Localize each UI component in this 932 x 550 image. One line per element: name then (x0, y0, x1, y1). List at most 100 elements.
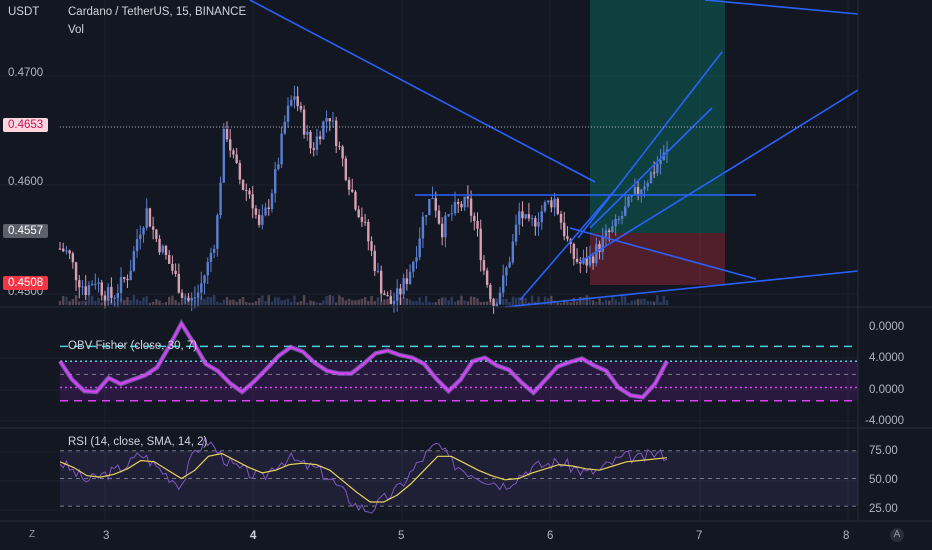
trend-lines[interactable] (249, 0, 859, 308)
candle-body (643, 186, 646, 190)
candle-body (550, 200, 553, 208)
volume-bar (132, 295, 136, 305)
candle-body (65, 250, 68, 252)
volume-bar (482, 301, 486, 305)
volume-bar (636, 299, 640, 305)
volume-bar (264, 301, 267, 305)
volume-bar (383, 299, 386, 305)
candle-body (84, 286, 87, 295)
target-zone[interactable] (590, 0, 725, 233)
volume-bar (290, 301, 293, 305)
candle-body (489, 284, 492, 299)
candle-body (617, 218, 621, 220)
volume-bar (453, 301, 457, 305)
volume-bar (508, 302, 511, 305)
obv-fisher-pane[interactable] (58, 319, 858, 402)
candle-body (502, 275, 505, 293)
candle-body (527, 214, 531, 219)
volume-bar (261, 295, 264, 305)
candle-body (219, 182, 222, 216)
candle-body (607, 230, 611, 232)
candle-body (347, 179, 351, 190)
stop-zone[interactable] (590, 233, 725, 285)
volume-bar (206, 296, 209, 305)
candle-body (418, 238, 421, 258)
volume-bar (662, 295, 665, 305)
volume-bar (145, 296, 148, 305)
symbol-title[interactable]: Cardano / TetherUS, 15, BINANCE (68, 6, 246, 18)
candle-body (113, 297, 116, 299)
volume-bar (142, 297, 145, 305)
volume-bar (293, 295, 296, 305)
candle-body (68, 250, 71, 254)
candle-body (257, 214, 261, 225)
volume-bar (447, 300, 450, 305)
volume-bar (611, 296, 614, 305)
volume-bar (457, 300, 460, 305)
candle-body (534, 218, 537, 227)
candle-body (132, 251, 136, 271)
volume-bar (296, 302, 299, 305)
volume-bar (591, 300, 595, 305)
volume-bar (161, 302, 164, 305)
candle-body (315, 136, 319, 150)
volume-bar (473, 296, 476, 305)
volume-bar (171, 295, 174, 305)
resistance-line (704, 0, 859, 15)
volume-bar (315, 302, 319, 305)
volume-bar (209, 297, 213, 305)
candle-body (450, 213, 454, 215)
volume-bar (309, 300, 312, 305)
candle-body (290, 99, 293, 106)
volume-bar (347, 298, 351, 305)
candle-body (155, 229, 158, 239)
volume-bar (620, 295, 624, 305)
candle-body (145, 208, 148, 228)
volume-bar (212, 295, 216, 305)
volume-bar (373, 301, 376, 305)
candle-body (139, 234, 142, 240)
candle-body (508, 262, 511, 268)
price-candles (58, 85, 669, 314)
candle-body (232, 150, 235, 155)
volume-bar (614, 299, 617, 305)
volume-bar (656, 295, 659, 305)
candle-body (126, 278, 129, 281)
volume-bar (659, 302, 662, 305)
candle-body (286, 105, 290, 122)
candle-body (379, 270, 383, 294)
auto-scale-button[interactable]: A (890, 528, 904, 542)
candle-body (479, 228, 482, 261)
candle-body (241, 179, 245, 190)
volume-bar (566, 301, 569, 305)
timezone-button[interactable]: Z (25, 528, 39, 542)
obv-fisher-title[interactable]: OBV Fisher (close, 30, 7) (68, 340, 197, 352)
candle-body (412, 261, 415, 272)
candle-body (245, 189, 248, 191)
volume-bar (177, 302, 181, 305)
volume-bar (126, 297, 129, 305)
rsi-title[interactable]: RSI (14, close, SMA, 14, 2) (68, 436, 207, 448)
chart-canvas[interactable] (0, 0, 932, 550)
volume-bar (328, 295, 331, 305)
candle-body (325, 118, 328, 122)
volume-bar (87, 296, 91, 305)
candle-body (370, 241, 373, 251)
candle-body (360, 217, 364, 222)
candle-body (566, 236, 569, 240)
volume-bar (424, 296, 428, 305)
volume-bar (232, 299, 235, 305)
rsi-pane[interactable] (59, 437, 858, 514)
volume-bar (273, 297, 277, 305)
candle-body (267, 207, 270, 209)
obv-tick: 0.0000 (869, 321, 905, 333)
candle-body (656, 164, 659, 174)
volume-bar (601, 301, 604, 305)
candle-body (402, 278, 405, 295)
volume-legend[interactable]: Vol (68, 24, 84, 36)
volume-bar (135, 299, 139, 305)
candle-body (103, 295, 107, 301)
volume-bar (322, 300, 325, 305)
time-label: 6 (547, 530, 554, 542)
volume-bar (505, 298, 508, 305)
